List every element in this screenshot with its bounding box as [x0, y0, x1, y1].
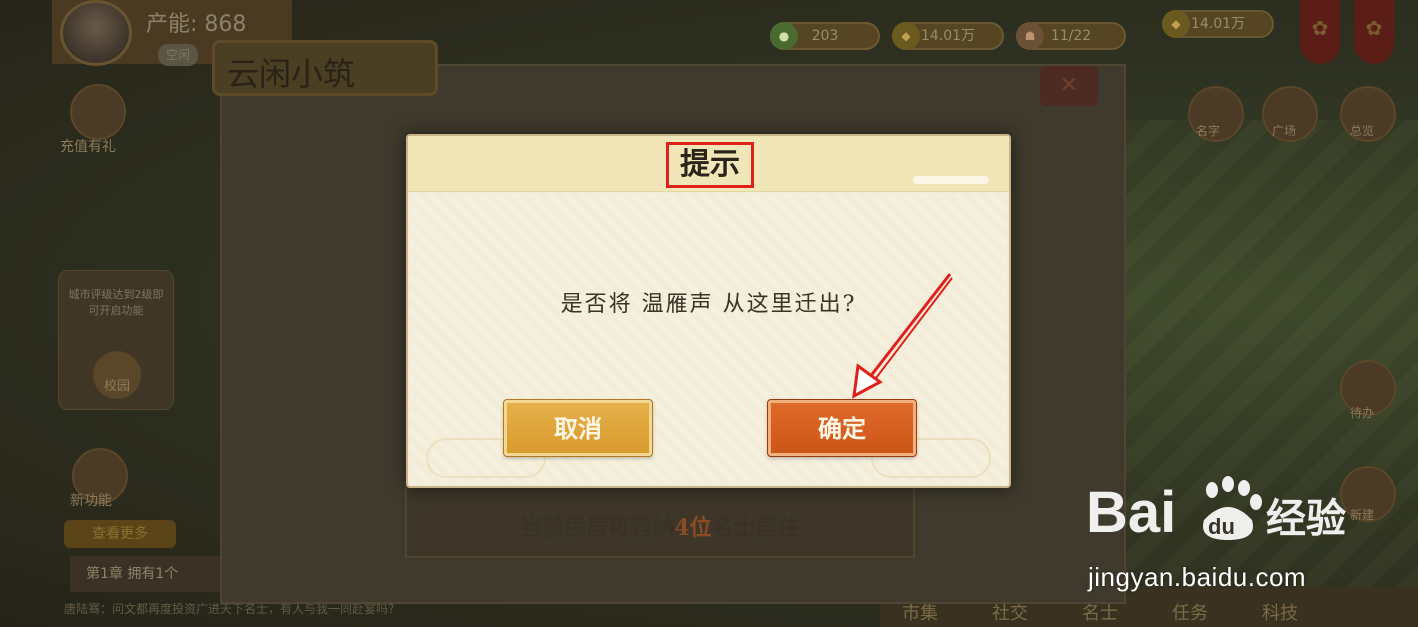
sidebar-label: 广场 [1272, 124, 1297, 138]
locked-feature-badge: 校园 [93, 351, 141, 399]
tab-tech[interactable]: 科技 [1240, 599, 1320, 625]
capacity-count: 4位 [674, 515, 712, 541]
coin-icon: ◆ [1162, 10, 1190, 38]
svg-text:du: du [1208, 514, 1235, 539]
svg-text:经验: 经验 [1266, 496, 1346, 542]
baidu-logo-watermark: Bai du 经验 [1086, 476, 1346, 545]
confirm-button[interactable]: 确定 [767, 399, 917, 457]
watermark-url: jingyan.baidu.com [1088, 562, 1307, 592]
resource-population[interactable]: ☗ 11/22 [1016, 22, 1126, 50]
panel-title-plaque: 云闲小筑 [212, 40, 438, 96]
activity-label: 充值有礼 [60, 139, 116, 155]
capacity-text: 当前民居可容纳4位名士居住 [520, 515, 800, 541]
header-decoration [913, 176, 989, 184]
coin-icon: ◆ [892, 22, 920, 50]
status-badge: 空闲 [158, 44, 199, 66]
dialog-title-highlight: 提示 [666, 142, 754, 188]
avatar[interactable] [60, 0, 132, 66]
output-text: 产能: 868 [146, 12, 247, 37]
sidebar-label: 名字 [1196, 124, 1221, 138]
lantern-icon: ✿ [1311, 16, 1329, 40]
lantern-menu-left[interactable]: ✿ [1300, 0, 1340, 64]
unlock-hint: 城市评级达到2级即可开启功能 [68, 288, 164, 317]
capacity-box: 当前民居可容纳4位名士居住 [405, 486, 915, 558]
close-icon: ✕ [1059, 73, 1079, 98]
svg-text:Bai: Bai [1086, 480, 1176, 545]
annotation-arrow-icon [852, 273, 953, 399]
sidebar-label: 总览 [1350, 124, 1375, 138]
activity-button[interactable] [70, 84, 126, 140]
resource-jade[interactable]: ● 203 [770, 22, 880, 50]
dialog-header: 提示 [408, 136, 1009, 192]
view-more-button[interactable]: 查看更多 [64, 520, 176, 548]
locked-feature-banner[interactable]: 城市评级达到2级即可开启功能 校园 [58, 270, 174, 410]
panel-title: 云闲小筑 [227, 55, 356, 93]
lantern-menu-right[interactable]: ✿ [1354, 0, 1394, 64]
panel-close-button[interactable]: ✕ [1040, 66, 1098, 106]
tab-tasks[interactable]: 任务 [1150, 599, 1230, 625]
lantern-icon: ✿ [1365, 16, 1383, 40]
chapter-bar[interactable]: 第1章 拥有1个 [70, 556, 220, 592]
resource-coin[interactable]: ◆ 14.01万 [892, 22, 1004, 50]
population-icon: ☗ [1016, 22, 1044, 50]
jade-icon: ● [770, 22, 798, 50]
cancel-button[interactable]: 取消 [503, 399, 653, 457]
dialog-title: 提示 [680, 147, 740, 182]
resource-coin-2[interactable]: ◆ 14.01万 [1162, 10, 1274, 38]
sidebar-label: 待办 [1350, 406, 1375, 420]
new-feature-label: 新功能 [70, 493, 112, 509]
